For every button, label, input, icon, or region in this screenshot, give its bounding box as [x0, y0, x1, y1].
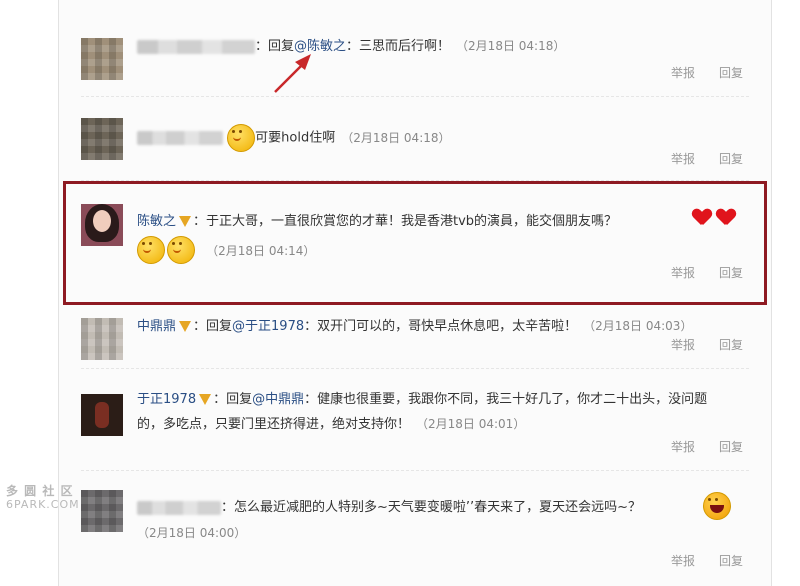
timestamp-row: （2月18日 04:00）: [137, 524, 246, 541]
comment-body: 陈敏之 ：于正大哥，一直很欣賞您的才華！我是香港tvb的演員，能交個朋友嗎？: [137, 210, 697, 234]
divider: [81, 470, 749, 471]
comment-text: ：双开门可以的，哥快早点休息吧，太辛苦啦！: [304, 319, 578, 334]
reply-link[interactable]: 回复: [719, 440, 743, 454]
watermark: 多 圆 社 区 6PARK.COM: [6, 484, 80, 512]
comment-body: 可要hold住啊 （2月18日 04:18）: [137, 124, 737, 152]
blush-emoji-icon: [167, 236, 195, 264]
comment-panel: ：回复@陈敏之：三思而后行啊！ （2月18日 04:18） 举报 回复 可要hold…: [58, 0, 772, 586]
avatar[interactable]: [81, 118, 123, 160]
watermark-site-text: 6PARK.COM: [6, 498, 80, 511]
comment-actions: 举报 回复: [647, 150, 743, 167]
comment-actions: 举报 回复: [647, 552, 743, 569]
heart-icon: [693, 209, 711, 225]
reply-link[interactable]: 回复: [719, 554, 743, 568]
report-link[interactable]: 举报: [671, 338, 695, 352]
report-link[interactable]: 举报: [671, 152, 695, 166]
emoji-row: （2月18日 04:14）: [137, 236, 315, 264]
username-link[interactable]: 陈敏之: [137, 214, 176, 229]
blurred-username: [137, 131, 223, 145]
v-badge-icon: [179, 321, 192, 332]
reply-link[interactable]: 回复: [719, 152, 743, 166]
report-link[interactable]: 举报: [671, 440, 695, 454]
avatar[interactable]: [81, 394, 123, 436]
timestamp: （2月18日 04:01）: [416, 417, 526, 431]
watermark-logo-text: 多 圆 社 区: [6, 484, 74, 498]
avatar-face: [93, 210, 111, 232]
v-badge-icon: [179, 216, 192, 227]
v-badge-icon: [199, 394, 212, 405]
comment-text: ：于正大哥，一直很欣賞您的才華！我是香港tvb的演員，能交個朋友嗎？: [193, 214, 618, 229]
report-link[interactable]: 举报: [671, 554, 695, 568]
timestamp: （2月18日 04:14）: [206, 243, 316, 258]
mention-link[interactable]: @于正1978: [232, 319, 304, 334]
grin-emoji-icon: [227, 124, 256, 152]
report-link[interactable]: 举报: [671, 266, 695, 280]
timestamp: （2月18日 04:00）: [137, 526, 247, 540]
reply-link[interactable]: 回复: [719, 338, 743, 352]
mention-link[interactable]: @中鼎鼎: [252, 392, 304, 407]
blush-emoji-icon: [137, 236, 165, 264]
reply-prefix: ：回复: [213, 392, 253, 407]
timestamp: （2月18日 04:03）: [583, 319, 693, 333]
laugh-emoji-icon: [703, 492, 731, 520]
heart-icon: [717, 209, 735, 225]
divider: [81, 368, 749, 369]
avatar[interactable]: [81, 490, 123, 532]
comment-body: 于正1978 ：回复@中鼎鼎：健康也很重要，我跟你不同，我三十好几了，你才二十出头…: [137, 388, 733, 437]
username-link[interactable]: 于正1978: [137, 392, 196, 407]
avatar[interactable]: [81, 204, 123, 246]
timestamp: （2月18日 04:18）: [341, 130, 451, 145]
username-link[interactable]: 中鼎鼎: [137, 319, 176, 334]
comment-actions: 举报 回复: [647, 264, 743, 281]
emoji-wrap: [703, 492, 731, 520]
divider: [81, 180, 749, 181]
reply-prefix: ：回复: [193, 319, 233, 334]
avatar-figure: [95, 402, 109, 428]
hearts: [693, 206, 735, 225]
comment-body: ：怎么最近减肥的人特别多~天气要变暖啦’’春天来了，夏天还会远吗~？: [137, 496, 697, 520]
blurred-username: [137, 500, 221, 515]
reply-link[interactable]: 回复: [719, 266, 743, 280]
comment-text: 可要hold住啊: [255, 130, 336, 146]
avatar[interactable]: [81, 318, 123, 360]
comment-actions: 举报 回复: [647, 336, 743, 353]
comment-text: ：怎么最近减肥的人特别多~天气要变暖啦’’春天来了，夏天还会远吗~？: [221, 500, 642, 515]
arrow-icon: [274, 54, 311, 93]
comment-actions: 举报 回复: [647, 438, 743, 455]
